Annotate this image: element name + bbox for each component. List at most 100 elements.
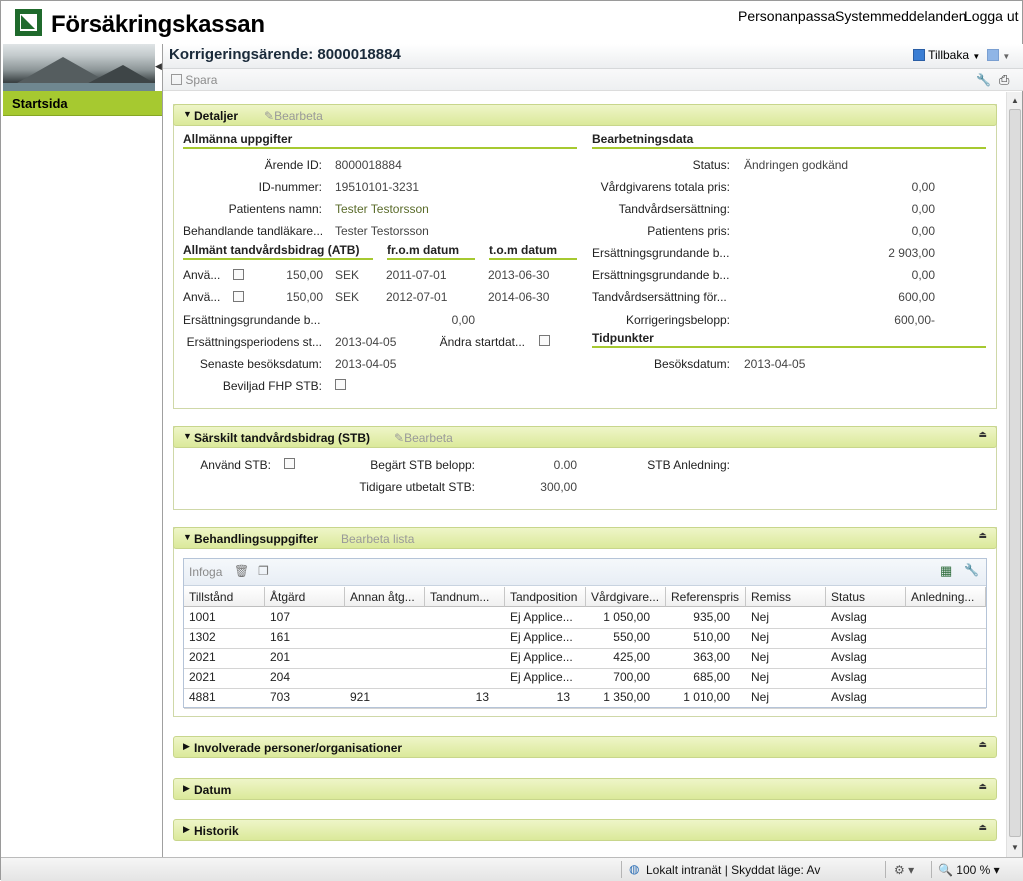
globe-icon: ◍ bbox=[629, 862, 640, 876]
column-header[interactable]: Status bbox=[826, 587, 906, 607]
involved-parties-header[interactable]: ▶ Involverade personer/organisationer ⏏ bbox=[173, 736, 997, 758]
dates-title: Datum bbox=[194, 783, 232, 797]
column-header[interactable]: Åtgärd bbox=[265, 587, 345, 607]
table-cell: 935,00 bbox=[693, 610, 730, 624]
table-cell: Avslag bbox=[831, 610, 867, 624]
personalize-link[interactable]: Personanpassa bbox=[738, 8, 835, 24]
sidebar-divider bbox=[162, 44, 163, 857]
table-cell: Ej Applice... bbox=[510, 610, 573, 624]
brand-name: Försäkringskassan bbox=[51, 11, 265, 38]
table-cell: 1 350,00 bbox=[603, 690, 650, 704]
change-start-checkbox[interactable] bbox=[539, 335, 550, 346]
scroll-up-icon[interactable]: ▲ bbox=[1008, 94, 1022, 108]
table-cell: Ej Applice... bbox=[510, 630, 573, 644]
base-amount-label: Ersättningsgrundande b... bbox=[183, 313, 321, 327]
back-button[interactable]: Tillbaka ▼ bbox=[913, 48, 980, 62]
base-b-value: 2 903,00 bbox=[888, 246, 935, 260]
table-cell: Nej bbox=[751, 670, 770, 684]
stb-requested-label: Begärt STB belopp: bbox=[370, 458, 475, 472]
atb-to: 2013-06-30 bbox=[488, 268, 550, 282]
insert-button[interactable]: Infoga bbox=[189, 565, 222, 579]
protected-mode-icon[interactable]: ⚙ ▾ bbox=[894, 863, 914, 877]
collapse-panel-icon[interactable]: ⏏ bbox=[978, 429, 987, 440]
atb-use-checkbox[interactable] bbox=[233, 269, 244, 280]
collapse-panel-icon[interactable]: ⏏ bbox=[978, 822, 987, 833]
column-header[interactable]: Vårdgivare... bbox=[586, 587, 666, 607]
id-number-value: 19510101-3231 bbox=[335, 180, 420, 194]
forward-button[interactable]: ▼ bbox=[987, 48, 1010, 62]
row-divider bbox=[184, 668, 986, 669]
table-cell: Avslag bbox=[831, 670, 867, 684]
table-cell: 107 bbox=[270, 610, 291, 624]
table-cell: 2021 bbox=[189, 650, 216, 664]
scroll-thumb[interactable] bbox=[1009, 109, 1021, 837]
column-header[interactable]: Anledning... bbox=[906, 587, 986, 607]
stb-title: Särskilt tandvårdsbidrag (STB) bbox=[194, 431, 371, 445]
patient-price-value: 0,00 bbox=[911, 224, 935, 238]
dental-compensation-label: Tandvårdsersättning: bbox=[618, 202, 730, 216]
dates-header[interactable]: ▶ Datum ⏏ bbox=[173, 778, 997, 800]
table-cell: Avslag bbox=[831, 690, 867, 704]
sidebar-item-start[interactable]: Startsida bbox=[3, 91, 162, 116]
collapsed-icon: ▶ bbox=[183, 741, 190, 751]
atb-from-head: fr.o.m datum bbox=[387, 243, 475, 260]
table-cell: Nej bbox=[751, 690, 770, 704]
table-cell: Nej bbox=[751, 650, 770, 664]
correction-amount-label: Korrigeringsbelopp: bbox=[625, 313, 730, 327]
expanded-icon: ▼ bbox=[183, 109, 192, 119]
collapse-panel-icon[interactable]: ⏏ bbox=[978, 739, 987, 750]
table-cell: Nej bbox=[751, 610, 770, 624]
details-edit-link[interactable]: ✎Bearbeta bbox=[264, 109, 323, 123]
case-id-label: Ärende ID: bbox=[264, 158, 322, 172]
patient-name-value[interactable]: Tester Testorsson bbox=[335, 202, 429, 216]
period-start-label: Ersättningsperiodens st... bbox=[186, 335, 322, 349]
stb-reason-label: STB Anledning: bbox=[647, 458, 730, 472]
table-cell: 921 bbox=[350, 690, 371, 704]
table-cell: 13 bbox=[475, 690, 489, 704]
tools-icon[interactable]: 🔧 bbox=[976, 73, 991, 87]
fhp-stb-checkbox[interactable] bbox=[335, 379, 346, 390]
stb-header[interactable]: ▼ Särskilt tandvårdsbidrag (STB) ✎Bearbe… bbox=[173, 426, 997, 448]
collapsed-icon: ▶ bbox=[183, 824, 190, 834]
print-icon[interactable]: ⎙ bbox=[999, 72, 1009, 88]
save-button[interactable]: Spara bbox=[171, 73, 217, 87]
column-header[interactable]: Tandnum... bbox=[425, 587, 505, 607]
logout-link[interactable]: Logga ut bbox=[964, 8, 1019, 24]
table-toolbar: Infoga 🗑 ❐ ▦ 🔧 bbox=[184, 559, 986, 586]
stb-edit-link[interactable]: ✎Bearbeta bbox=[394, 431, 453, 445]
copy-icon[interactable]: ❐ bbox=[258, 564, 269, 578]
row-divider bbox=[184, 688, 986, 689]
column-header[interactable]: Referenspris bbox=[666, 587, 746, 607]
delete-icon[interactable]: 🗑 bbox=[234, 564, 249, 578]
history-header[interactable]: ▶ Historik ⏏ bbox=[173, 819, 997, 841]
atb-use-checkbox[interactable] bbox=[233, 291, 244, 302]
stb-use-checkbox[interactable] bbox=[284, 458, 295, 469]
scroll-down-icon[interactable]: ▼ bbox=[1008, 841, 1022, 855]
vertical-scrollbar[interactable]: ▲ ▼ bbox=[1006, 92, 1022, 857]
details-header[interactable]: ▼ Detaljer ✎Bearbeta bbox=[173, 104, 997, 126]
id-number-label: ID-nummer: bbox=[258, 180, 322, 194]
last-visit-value: 2013-04-05 bbox=[335, 357, 397, 371]
correction-amount-value: 600,00- bbox=[894, 313, 935, 327]
change-start-label: Ändra startdat... bbox=[439, 335, 525, 349]
row-divider bbox=[184, 648, 986, 649]
stb-use-label: Använd STB: bbox=[200, 458, 271, 472]
edit-list-link[interactable]: Bearbeta lista bbox=[341, 532, 414, 546]
column-header[interactable]: Remiss bbox=[746, 587, 826, 607]
atb-to: 2014-06-30 bbox=[488, 290, 550, 304]
treatments-header[interactable]: ▼ Behandlingsuppgifter Bearbeta lista ⏏ bbox=[173, 527, 997, 549]
table-cell: 1 050,00 bbox=[603, 610, 650, 624]
zoom-control[interactable]: 🔍 100 % ▾ bbox=[938, 863, 1000, 877]
column-header[interactable]: Tillstånd bbox=[184, 587, 265, 607]
timepoints-head: Tidpunkter bbox=[592, 331, 986, 348]
atb-head: Allmänt tandvårdsbidrag (ATB) bbox=[183, 243, 373, 260]
collapse-panel-icon[interactable]: ⏏ bbox=[978, 530, 987, 541]
system-messages-link[interactable]: Systemmeddelanden bbox=[835, 8, 967, 24]
column-header[interactable]: Tandposition bbox=[505, 587, 586, 607]
collapse-panel-icon[interactable]: ⏏ bbox=[978, 781, 987, 792]
table-settings-icon[interactable]: 🔧 bbox=[964, 563, 979, 577]
column-header[interactable]: Annan åtg... bbox=[345, 587, 425, 607]
stb-paid-value: 300,00 bbox=[540, 480, 577, 494]
export-excel-icon[interactable]: ▦ bbox=[940, 563, 952, 579]
table-cell: 4881 bbox=[189, 690, 216, 704]
